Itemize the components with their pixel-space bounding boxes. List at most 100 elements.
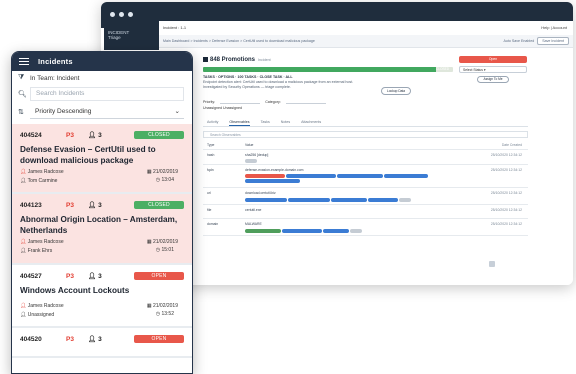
tag-chip[interactable]	[245, 174, 285, 178]
row-value: download.certutil.biz	[245, 191, 276, 195]
incident-priority: P3	[66, 131, 74, 139]
team-filter-label: In Team: Incident	[30, 74, 80, 82]
category-field[interactable]	[285, 100, 326, 105]
pagination-next[interactable]	[489, 261, 495, 267]
assignee-icon: 👤︎	[20, 248, 27, 254]
calendar-icon: ▦	[146, 169, 152, 175]
tag-chip[interactable]	[245, 229, 281, 233]
window-dot[interactable]	[128, 12, 133, 17]
save-incident-button[interactable]: Save Incident	[537, 37, 569, 45]
tag-chip[interactable]	[245, 159, 257, 163]
incident-card[interactable]: 404123 P3 👤︎ 3 CLOSED Abnormal Origin Lo…	[12, 194, 192, 265]
table-row[interactable]: domain MALWARE 25/10/2020 12:34:12	[203, 219, 528, 236]
tag-chip[interactable]	[350, 229, 362, 233]
row-type: hash	[207, 153, 215, 157]
incident-id: 404123	[20, 201, 42, 209]
incident-id: 404527	[20, 272, 42, 280]
mobile-incidents-panel: Incidents ⧩ In Team: Incident 🔍︎ Search …	[11, 51, 193, 374]
row-value: certutil.exe	[245, 208, 262, 212]
incident-meta: TASKS · OPTIONS · 100 TASKS · CLOSE TASK…	[203, 75, 383, 90]
desktop-main: 848 Promotions Incident CLOSED Open Selec…	[159, 49, 573, 285]
team-filter[interactable]: ⧩ In Team: Incident	[12, 71, 192, 85]
autosave-label: Auto Save Enabled	[503, 39, 535, 43]
incident-assignee: Frank Ehrs	[27, 248, 53, 254]
open-button[interactable]: Open	[459, 56, 527, 63]
sub-breadcrumb[interactable]: Main Dashboard > Incidents > Defense Eva…	[163, 39, 315, 43]
incident-card[interactable]: 404524 P3 👤︎ 3 CLOSED Defense Evasion – …	[12, 124, 192, 194]
lookup-data-button[interactable]: Lookup Data	[381, 87, 412, 95]
window-dot[interactable]	[110, 12, 115, 17]
search-input[interactable]: Search Incidents	[30, 87, 184, 101]
search-row: 🔍︎ Search Incidents	[12, 85, 192, 103]
tag-chip[interactable]	[384, 174, 428, 178]
observables-search-input[interactable]: Search Observables	[203, 131, 528, 138]
incident-assignee: Unassigned	[27, 312, 55, 318]
tag-chip[interactable]	[337, 174, 383, 178]
user-count-icon: 👤︎	[88, 132, 97, 139]
incident-priority: P3	[66, 201, 74, 209]
user-count-icon: 👤︎	[88, 273, 97, 280]
mobile-header: Incidents	[12, 52, 192, 71]
row-tags	[245, 159, 455, 163]
tab-tasks[interactable]: Tasks	[261, 118, 270, 126]
incident-priority: P3	[66, 272, 74, 280]
tag-chip[interactable]	[288, 198, 330, 202]
incident-date: 21/02/2019	[152, 303, 178, 309]
tab-observables[interactable]: Observables	[229, 118, 250, 126]
row-date: 25/10/2020 12:34:12	[490, 191, 522, 195]
assign-to-me-button[interactable]: Assign To Me	[477, 76, 509, 83]
tag-chip[interactable]	[323, 229, 349, 233]
clock-icon: ◷	[155, 311, 161, 317]
tab-activity[interactable]: Activity	[207, 118, 218, 126]
table-row[interactable]: url download.certutil.biz 25/10/2020 12:…	[203, 188, 528, 205]
priority-label: Priority:	[203, 100, 216, 104]
tag-chip[interactable]	[245, 179, 300, 183]
incident-card[interactable]: 404520 P3 👤︎ 3 OPEN	[12, 328, 192, 358]
tag-chip[interactable]	[399, 198, 411, 202]
tab-attachments[interactable]: Attachments	[301, 118, 321, 126]
hamburger-menu-icon[interactable]	[19, 57, 29, 66]
window-dot[interactable]	[119, 12, 124, 17]
row-type: url	[207, 191, 211, 195]
page-title: Incidents	[38, 57, 73, 66]
table-row[interactable]: hash sha256 [dedup] 25/10/2020 12:34:12	[203, 150, 528, 165]
table-header: Type Value Date Created	[203, 140, 528, 150]
row-date: 25/10/2020 12:34:12	[490, 208, 522, 212]
tag-chip[interactable]	[245, 198, 287, 202]
progress-fill	[203, 67, 436, 72]
sort-select[interactable]: Priority Descending ⌄	[30, 105, 184, 119]
row-value: defense-evasion-example-domain.com	[245, 168, 304, 172]
tag-chip[interactable]	[286, 174, 336, 178]
row-tags	[245, 198, 455, 202]
owner-icon: 👤︎	[20, 303, 27, 309]
row-type: domain	[207, 222, 219, 226]
assignee-icon: 👤︎	[20, 178, 27, 184]
chevron-down-icon: ⌄	[174, 108, 180, 115]
tag-chip[interactable]	[368, 198, 398, 202]
tab-notes[interactable]: Notes	[281, 118, 290, 126]
row-type: fqdn	[207, 168, 214, 172]
row-tags	[245, 229, 455, 233]
tag-chip[interactable]	[282, 229, 322, 233]
category-label: Category:	[265, 100, 281, 104]
tag-field[interactable]: Unassigned	[223, 106, 242, 110]
tag-chip[interactable]	[331, 198, 367, 202]
incident-icon	[203, 57, 208, 62]
row-tags	[245, 174, 455, 183]
incident-date: 21/02/2019	[152, 169, 178, 175]
page-breadcrumb[interactable]: Incident : 1-1	[163, 25, 186, 30]
table-row[interactable]: file certutil.exe 25/10/2020 12:34:12	[203, 205, 528, 219]
table-row[interactable]: fqdn defense-evasion-example-domain.com …	[203, 165, 528, 188]
incident-time: 15:01	[161, 247, 174, 253]
row-date: 25/10/2020 12:34:12	[490, 168, 522, 172]
incident-title: Abnormal Origin Location – Amsterdam, Ne…	[20, 215, 178, 235]
priority-field[interactable]	[220, 100, 261, 105]
top-right-links[interactable]: Help | Account	[541, 25, 567, 30]
clock-icon: ◷	[155, 177, 161, 183]
owner-field[interactable]: Unassigned	[203, 106, 222, 110]
status-select[interactable]: Select Status ▾	[459, 66, 527, 73]
incident-card[interactable]: 404527 P3 👤︎ 3 OPEN Windows Account Lock…	[12, 265, 192, 328]
incident-title: Windows Account Lockouts	[20, 286, 130, 295]
user-count-icon: 👤︎	[88, 336, 97, 343]
desktop-brand: INCIDENT Triage	[104, 28, 159, 50]
